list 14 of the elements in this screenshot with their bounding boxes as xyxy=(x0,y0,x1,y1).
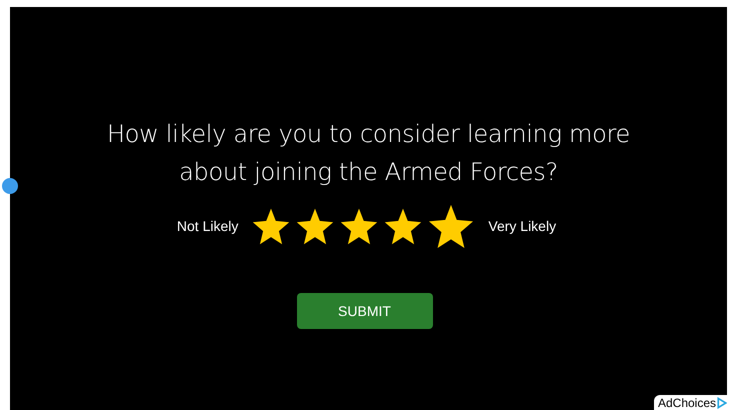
slider-handle[interactable] xyxy=(2,178,18,194)
adchoices-label: AdChoices xyxy=(658,396,716,410)
star-icon[interactable] xyxy=(428,203,474,249)
low-label: Not Likely xyxy=(176,218,238,234)
play-icon xyxy=(717,397,727,409)
star-icon[interactable] xyxy=(296,207,334,245)
star-icon[interactable] xyxy=(384,207,422,245)
high-label: Very Likely xyxy=(488,218,556,234)
star-icon[interactable] xyxy=(340,207,378,245)
star-rating[interactable] xyxy=(252,203,474,249)
submit-button[interactable]: SUBMIT xyxy=(296,293,432,329)
adchoices-badge[interactable]: AdChoices xyxy=(654,395,729,410)
star-icon[interactable] xyxy=(252,207,290,245)
survey-question: How likely are you to consider learning more about joining the Armed Forces? xyxy=(106,119,631,188)
